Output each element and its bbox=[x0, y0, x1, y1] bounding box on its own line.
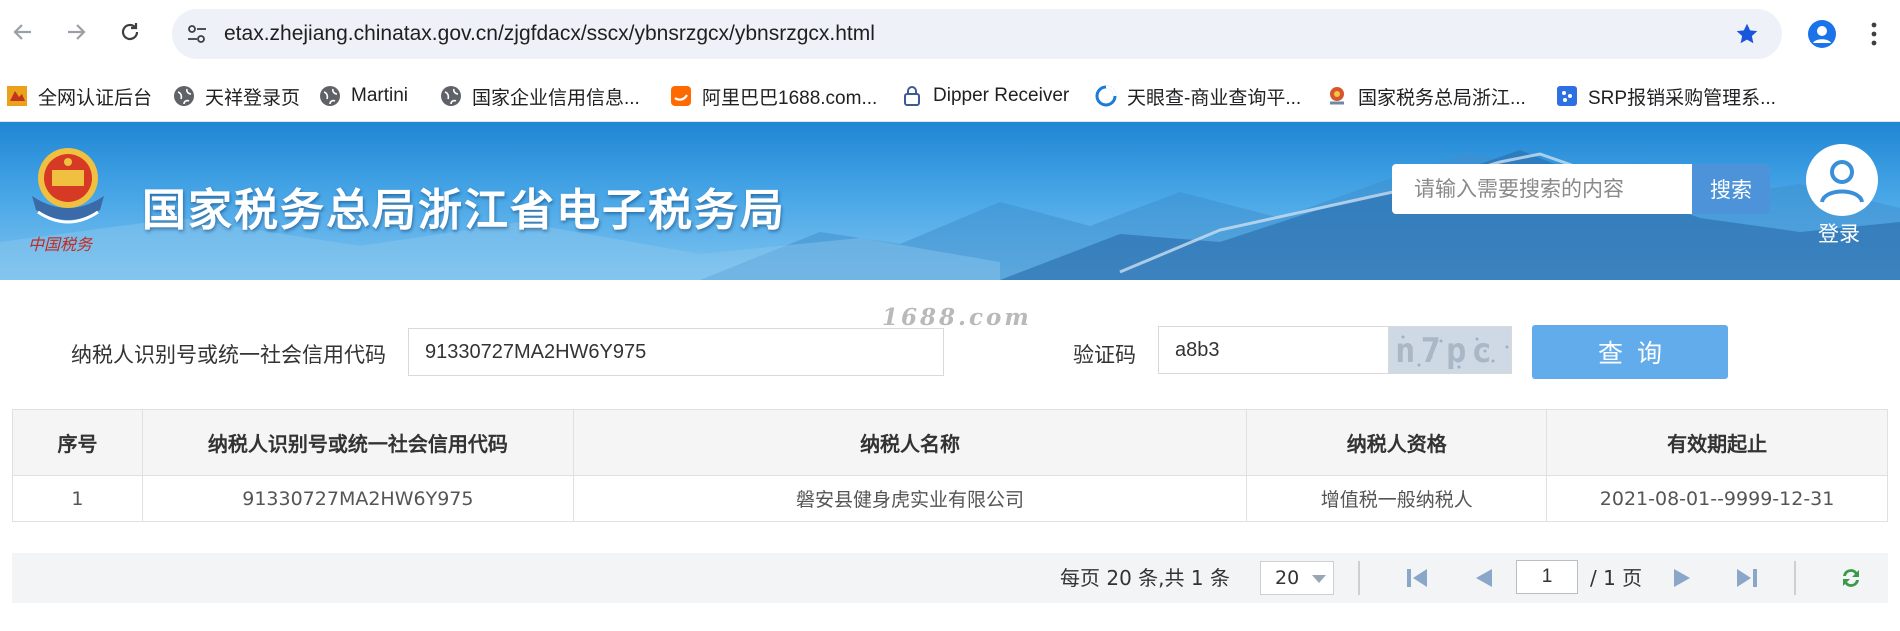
url-text[interactable]: etax.zhejiang.chinatax.gov.cn/zjgfdacx/s… bbox=[224, 9, 875, 59]
prev-page-icon bbox=[1476, 569, 1492, 587]
refresh-icon bbox=[1843, 569, 1859, 587]
pager-divider bbox=[1794, 561, 1796, 595]
current-page-input[interactable] bbox=[1516, 560, 1578, 594]
reload-icon bbox=[121, 23, 139, 41]
person-icon bbox=[1808, 20, 1836, 48]
back-button[interactable] bbox=[6, 15, 40, 49]
pagination-summary: 每页 20 条,共 1 条 bbox=[1060, 566, 1230, 590]
site-info-button[interactable] bbox=[180, 17, 214, 51]
tax-emblem-logo: 中国税务 bbox=[28, 148, 104, 254]
more-vert-icon bbox=[1871, 22, 1877, 46]
tax-id-input[interactable] bbox=[408, 328, 944, 376]
captcha-image[interactable]: n7pc bbox=[1388, 326, 1512, 374]
bookmark-item[interactable]: 全网认证后台 bbox=[6, 70, 152, 122]
first-page-icon bbox=[1407, 569, 1427, 587]
cell-validity: 2021-08-01--9999-12-31 bbox=[1546, 475, 1888, 522]
browser-menu-button[interactable] bbox=[1860, 17, 1888, 51]
refresh-button[interactable] bbox=[1838, 566, 1864, 590]
tax-emblem-icon bbox=[1326, 85, 1348, 107]
bookmark-item[interactable]: Martini bbox=[319, 70, 408, 122]
bookmark-item[interactable]: 天祥登录页 bbox=[173, 70, 300, 122]
captcha-label: 验证码 bbox=[1073, 343, 1136, 367]
login-link[interactable]: 登录 bbox=[1818, 218, 1860, 248]
bookmark-item[interactable]: 国家税务总局浙江... bbox=[1326, 70, 1526, 122]
site-search-button[interactable]: 搜索 bbox=[1692, 164, 1770, 214]
cell-tax-id: 91330727MA2HW6Y975 bbox=[141, 475, 574, 522]
address-bar[interactable]: etax.zhejiang.chinatax.gov.cn/zjgfdacx/s… bbox=[172, 9, 1782, 59]
reload-button[interactable] bbox=[113, 15, 147, 49]
bookmark-item[interactable]: 阿里巴巴1688.com... bbox=[670, 70, 877, 122]
profile-button[interactable] bbox=[1803, 15, 1841, 53]
forward-button[interactable] bbox=[59, 15, 93, 49]
column-header-index: 序号 bbox=[12, 409, 143, 476]
srp-icon bbox=[1556, 85, 1578, 107]
next-page-button[interactable] bbox=[1670, 566, 1696, 590]
page-size-select[interactable]: 20 bbox=[1260, 561, 1334, 595]
prev-page-button[interactable] bbox=[1470, 566, 1496, 590]
last-page-icon bbox=[1737, 569, 1757, 587]
bookmark-item[interactable]: 国家企业信用信息... bbox=[440, 70, 640, 122]
globe-icon bbox=[319, 85, 341, 107]
bookmark-item[interactable]: 天眼查-商业查询平... bbox=[1095, 70, 1301, 122]
app-icon bbox=[6, 85, 28, 107]
next-page-icon bbox=[1674, 569, 1690, 587]
column-header-validity: 有效期起止 bbox=[1546, 409, 1888, 476]
results-table: 序号 纳税人识别号或统一社会信用代码 纳税人名称 纳税人资格 有效期起止 1 9… bbox=[12, 409, 1888, 522]
cell-index: 1 bbox=[12, 475, 143, 522]
last-page-button[interactable] bbox=[1734, 566, 1760, 590]
globe-icon bbox=[440, 85, 462, 107]
total-pages: / 1 页 bbox=[1590, 566, 1643, 590]
bookmark-item[interactable]: Dipper Receiver bbox=[901, 70, 1069, 122]
captcha-input[interactable] bbox=[1158, 326, 1388, 374]
site-title: 国家税务总局浙江省电子税务局 bbox=[142, 185, 786, 236]
site-search-input[interactable] bbox=[1392, 164, 1692, 214]
query-button[interactable]: 查询 bbox=[1532, 325, 1728, 379]
column-header-taxpayer-name: 纳税人名称 bbox=[572, 409, 1248, 476]
chevron-down-icon bbox=[1312, 575, 1326, 583]
bookmark-star-button[interactable] bbox=[1734, 21, 1760, 51]
bookmark-item[interactable]: SRP报销采购管理系... bbox=[1556, 70, 1776, 122]
table-row: 1 91330727MA2HW6Y975 磐安县健身虎实业有限公司 增值税一般纳… bbox=[12, 475, 1888, 522]
page-size-value: 20 bbox=[1275, 567, 1300, 589]
column-header-qualification: 纳税人资格 bbox=[1246, 409, 1548, 476]
tune-icon bbox=[188, 25, 206, 43]
first-page-button[interactable] bbox=[1404, 566, 1430, 590]
column-header-tax-id: 纳税人识别号或统一社会信用代码 bbox=[141, 409, 574, 476]
svg-text:中国税务: 中国税务 bbox=[28, 235, 94, 254]
table-header-row: 序号 纳税人识别号或统一社会信用代码 纳税人名称 纳税人资格 有效期起止 bbox=[12, 409, 1888, 476]
pager-divider bbox=[1358, 561, 1360, 595]
captcha-code: n7pc bbox=[1395, 331, 1497, 371]
globe-icon bbox=[173, 85, 195, 107]
alibaba-icon bbox=[670, 85, 692, 107]
star-icon bbox=[1736, 23, 1758, 44]
lock-icon bbox=[901, 85, 923, 107]
tax-id-label: 纳税人识别号或统一社会信用代码 bbox=[71, 343, 386, 367]
arrow-left-icon bbox=[13, 24, 31, 40]
bookmarks-bar: 全网认证后台 天祥登录页 Martini 国家企业信用信息... 阿里巴巴168… bbox=[0, 70, 1900, 122]
arrow-right-icon bbox=[68, 24, 86, 40]
cell-taxpayer-name: 磐安县健身虎实业有限公司 bbox=[572, 475, 1248, 522]
pagination-bar: 每页 20 条,共 1 条 20 / 1 页 bbox=[12, 553, 1888, 603]
site-header: 中国税务 国家税务总局浙江省电子税务局 搜索 登录 bbox=[0, 122, 1900, 280]
user-icon bbox=[1820, 160, 1864, 203]
cell-qualification: 增值税一般纳税人 bbox=[1246, 475, 1548, 522]
tianyancha-icon bbox=[1095, 85, 1117, 107]
login-avatar-button[interactable] bbox=[1806, 144, 1878, 216]
watermark-text: 1688.com bbox=[882, 304, 1032, 331]
browser-toolbar: etax.zhejiang.chinatax.gov.cn/zjgfdacx/s… bbox=[0, 0, 1900, 70]
